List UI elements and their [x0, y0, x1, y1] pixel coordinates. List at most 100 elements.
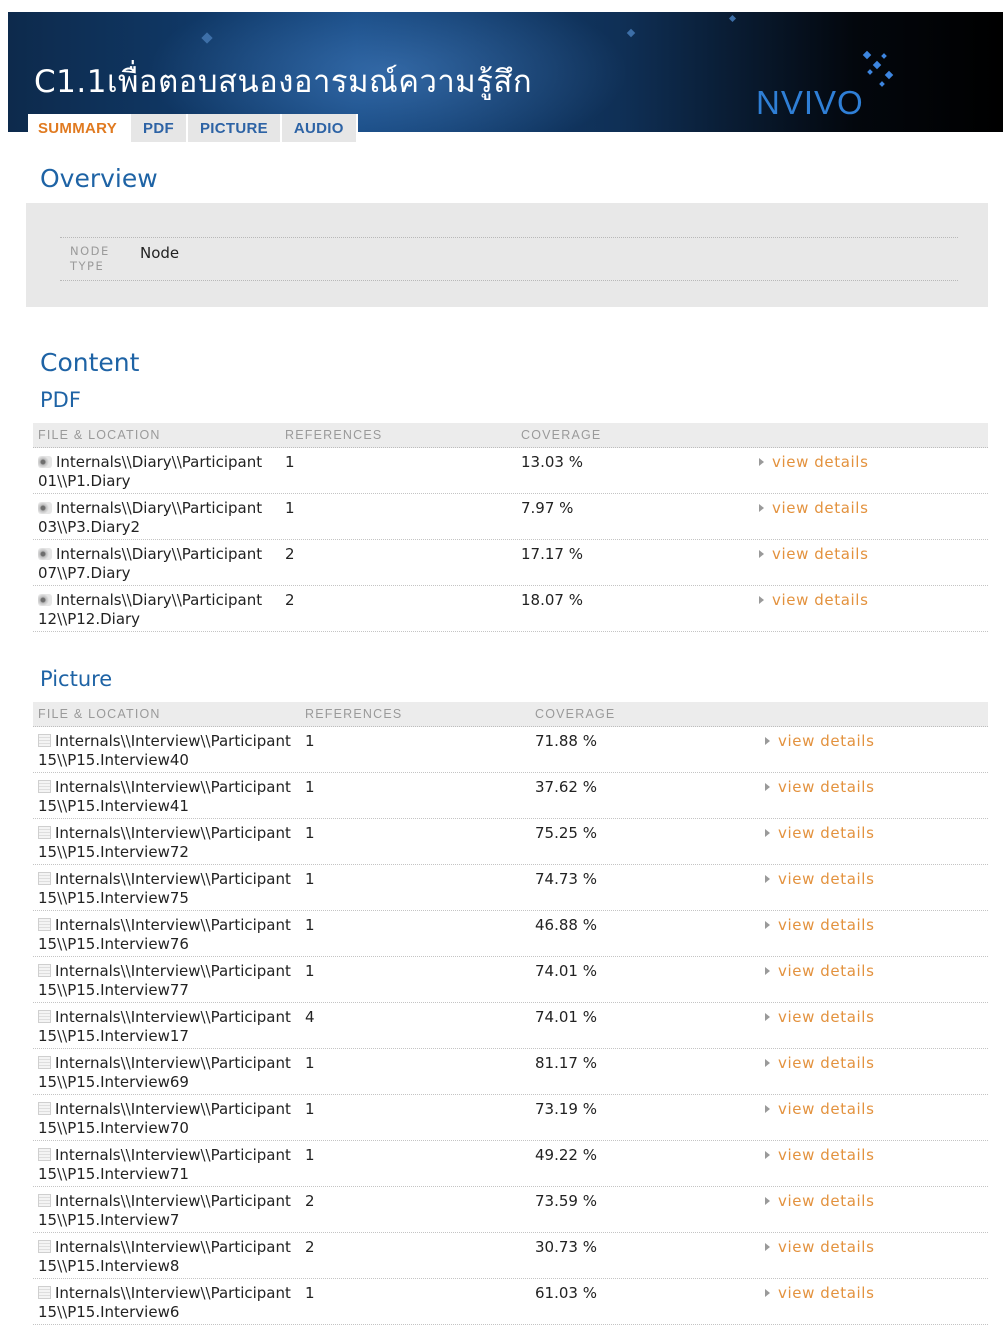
- tab-pdf[interactable]: PDF: [131, 114, 188, 142]
- col-references: REFERENCES: [285, 428, 383, 442]
- file-location-cell[interactable]: Internals\\Interview\\Participant 15\\P15…: [38, 870, 298, 908]
- overview-row: NODE TYPE Node: [60, 237, 958, 281]
- references-cell: 2: [285, 591, 295, 609]
- file-location-cell[interactable]: Internals\\Diary\\Participant 07\\P7.Diar…: [38, 545, 298, 583]
- file-path-line2: 15\\P15.Interview17: [38, 1027, 189, 1045]
- file-location-cell[interactable]: Internals\\Diary\\Participant 12\\P12.Dia…: [38, 591, 298, 629]
- overview-heading: Overview: [40, 164, 158, 193]
- view-details-link[interactable]: view details: [759, 453, 868, 471]
- file-path-line1: Internals\\Interview\\Participant: [55, 1054, 291, 1072]
- file-path-line2: 15\\P15.Interview40: [38, 751, 189, 769]
- view-details-link[interactable]: view details: [765, 778, 874, 796]
- file-path-line1: Internals\\Interview\\Participant: [55, 824, 291, 842]
- file-location-cell[interactable]: Internals\\Interview\\Participant 15\\P15…: [38, 732, 298, 770]
- view-details-label: view details: [778, 1008, 875, 1026]
- table-row: Internals\\Interview\\Participant 15\\P15…: [33, 1279, 988, 1325]
- tab-bar: SUMMARY PDF PICTURE AUDIO: [28, 114, 358, 142]
- file-path-line1: Internals\\Diary\\Participant: [56, 545, 263, 563]
- col-file-location: FILE & LOCATION: [38, 428, 161, 442]
- arrow-right-icon: [759, 550, 764, 558]
- file-path-line1: Internals\\Interview\\Participant: [55, 1146, 291, 1164]
- coverage-cell: 74.73 %: [535, 870, 597, 888]
- references-cell: 1: [305, 1054, 315, 1072]
- file-location-cell[interactable]: Internals\\Interview\\Participant 15\\P15…: [38, 1238, 298, 1276]
- picture-table: FILE & LOCATION REFERENCES COVERAGE Inte…: [33, 702, 988, 1325]
- file-location-cell[interactable]: Internals\\Interview\\Participant 15\\P15…: [38, 1192, 298, 1230]
- arrow-right-icon: [765, 1151, 770, 1159]
- picture-file-icon: [38, 734, 51, 747]
- view-details-link[interactable]: view details: [765, 1238, 874, 1256]
- view-details-link[interactable]: view details: [765, 1100, 874, 1118]
- coverage-cell: 61.03 %: [535, 1284, 597, 1302]
- file-path-line1: Internals\\Interview\\Participant: [55, 1238, 291, 1256]
- file-path-line1: Internals\\Interview\\Participant: [55, 1100, 291, 1118]
- file-location-cell[interactable]: Internals\\Interview\\Participant 15\\P15…: [38, 1284, 298, 1322]
- file-location-cell[interactable]: Internals\\Diary\\Participant 03\\P3.Diar…: [38, 499, 298, 537]
- file-location-cell[interactable]: Internals\\Interview\\Participant 15\\P15…: [38, 962, 298, 1000]
- arrow-right-icon: [765, 1197, 770, 1205]
- view-details-label: view details: [778, 1146, 875, 1164]
- table-row: Internals\\Diary\\Participant 12\\P12.Dia…: [33, 586, 988, 632]
- table-row: Internals\\Diary\\Participant 03\\P3.Diar…: [33, 494, 988, 540]
- table-row: Internals\\Diary\\Participant 07\\P7.Diar…: [33, 540, 988, 586]
- view-details-link[interactable]: view details: [765, 1054, 874, 1072]
- file-location-cell[interactable]: Internals\\Interview\\Participant 15\\P15…: [38, 916, 298, 954]
- arrow-right-icon: [765, 875, 770, 883]
- view-details-link[interactable]: view details: [765, 916, 874, 934]
- view-details-label: view details: [778, 732, 875, 750]
- view-details-link[interactable]: view details: [765, 824, 874, 842]
- file-location-cell[interactable]: Internals\\Interview\\Participant 15\\P15…: [38, 1146, 298, 1184]
- arrow-right-icon: [765, 1013, 770, 1021]
- coverage-cell: 13.03 %: [521, 453, 583, 471]
- file-path-line1: Internals\\Interview\\Participant: [55, 870, 291, 888]
- view-details-link[interactable]: view details: [765, 1192, 874, 1210]
- arrow-right-icon: [765, 1105, 770, 1113]
- view-details-link[interactable]: view details: [765, 870, 874, 888]
- view-details-link[interactable]: view details: [765, 1146, 874, 1164]
- coverage-cell: 18.07 %: [521, 591, 583, 609]
- tab-summary[interactable]: SUMMARY: [28, 114, 132, 142]
- view-details-link[interactable]: view details: [759, 545, 868, 563]
- pdf-section-heading: PDF: [40, 388, 81, 412]
- file-location-cell[interactable]: Internals\\Diary\\Participant 01\\P1.Diar…: [38, 453, 298, 491]
- tab-picture[interactable]: PICTURE: [187, 114, 282, 142]
- view-details-link[interactable]: view details: [765, 1008, 874, 1026]
- picture-file-icon: [38, 872, 51, 885]
- view-details-label: view details: [778, 1238, 875, 1256]
- picture-file-icon: [38, 964, 51, 977]
- file-path-line2: 15\\P15.Interview77: [38, 981, 189, 999]
- arrow-right-icon: [765, 1243, 770, 1251]
- table-row: Internals\\Interview\\Participant 15\\P15…: [33, 865, 988, 911]
- coverage-cell: 74.01 %: [535, 962, 597, 980]
- file-path-line2: 15\\P15.Interview70: [38, 1119, 189, 1137]
- coverage-cell: 73.59 %: [535, 1192, 597, 1210]
- page-title: C1.1เพื่อตอบสนองอารมณ์ความรู้สึก: [34, 64, 533, 100]
- file-location-cell[interactable]: Internals\\Interview\\Participant 15\\P15…: [38, 1008, 298, 1046]
- banner-sparkle: [728, 14, 737, 23]
- view-details-link[interactable]: view details: [765, 962, 874, 980]
- table-row: Internals\\Interview\\Participant 15\\P15…: [33, 1049, 988, 1095]
- col-file-location: FILE & LOCATION: [38, 707, 161, 721]
- table-row: Internals\\Interview\\Participant 15\\P15…: [33, 727, 988, 773]
- view-details-label: view details: [772, 545, 869, 563]
- view-details-link[interactable]: view details: [765, 1284, 874, 1302]
- nvivo-star-icon: [862, 50, 894, 87]
- references-cell: 1: [305, 778, 315, 796]
- pdf-rows: Internals\\Diary\\Participant 01\\P1.Diar…: [33, 448, 988, 632]
- references-cell: 1: [305, 732, 315, 750]
- picture-file-icon: [38, 1286, 51, 1299]
- view-details-label: view details: [778, 1192, 875, 1210]
- file-path-line1: Internals\\Interview\\Participant: [55, 916, 291, 934]
- references-cell: 2: [305, 1238, 315, 1256]
- file-location-cell[interactable]: Internals\\Interview\\Participant 15\\P15…: [38, 824, 298, 862]
- view-details-link[interactable]: view details: [765, 732, 874, 750]
- file-location-cell[interactable]: Internals\\Interview\\Participant 15\\P15…: [38, 1100, 298, 1138]
- file-location-cell[interactable]: Internals\\Interview\\Participant 15\\P15…: [38, 778, 298, 816]
- view-details-link[interactable]: view details: [759, 591, 868, 609]
- picture-file-icon: [38, 1240, 51, 1253]
- view-details-link[interactable]: view details: [759, 499, 868, 517]
- file-location-cell[interactable]: Internals\\Interview\\Participant 15\\P15…: [38, 1054, 298, 1092]
- tab-audio[interactable]: AUDIO: [281, 114, 358, 142]
- file-path-line1: Internals\\Interview\\Participant: [55, 1192, 291, 1210]
- picture-file-icon: [38, 1194, 51, 1207]
